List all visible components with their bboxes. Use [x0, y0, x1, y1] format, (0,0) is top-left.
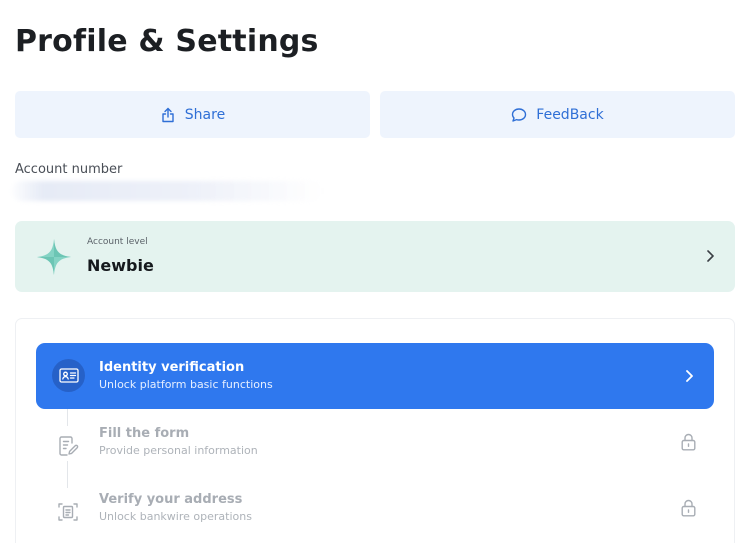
step-connector — [67, 461, 68, 488]
lock-icon — [681, 499, 696, 517]
step-identity-verification[interactable]: Identity verification Unlock platform ba… — [36, 343, 714, 409]
share-label: Share — [184, 106, 226, 123]
step-verify-your-address: Verify your address Unlock bankwire oper… — [36, 492, 714, 542]
form-edit-icon — [59, 436, 79, 456]
lock-icon — [681, 433, 696, 451]
account-number-value — [12, 181, 322, 201]
account-level-caption: Account level — [87, 237, 148, 247]
account-level-value: Newbie — [87, 256, 154, 275]
chevron-right-icon — [686, 370, 693, 382]
feedback-label: FeedBack — [536, 106, 604, 123]
chevron-right-icon — [707, 250, 714, 262]
step-title: Fill the form — [99, 426, 190, 441]
step-title: Identity verification — [99, 360, 245, 375]
account-number-label: Account number — [15, 162, 123, 177]
feedback-button[interactable]: FeedBack — [380, 91, 735, 138]
sparkle-star-icon — [37, 239, 71, 275]
step-title: Verify your address — [99, 492, 243, 507]
step-fill-the-form: Fill the form Provide personal informati… — [36, 426, 714, 476]
id-card-icon — [52, 359, 85, 392]
share-icon — [162, 107, 174, 122]
step-subtitle: Unlock bankwire operations — [99, 510, 252, 523]
step-subtitle: Provide personal information — [99, 444, 258, 457]
chat-bubble-icon — [512, 107, 527, 122]
step-connector — [67, 409, 68, 426]
address-document-icon — [58, 503, 78, 521]
account-level-card[interactable]: Account level Newbie — [15, 221, 735, 292]
page-title: Profile & Settings — [15, 24, 319, 59]
share-button[interactable]: Share — [15, 91, 370, 138]
step-subtitle: Unlock platform basic functions — [99, 378, 273, 391]
